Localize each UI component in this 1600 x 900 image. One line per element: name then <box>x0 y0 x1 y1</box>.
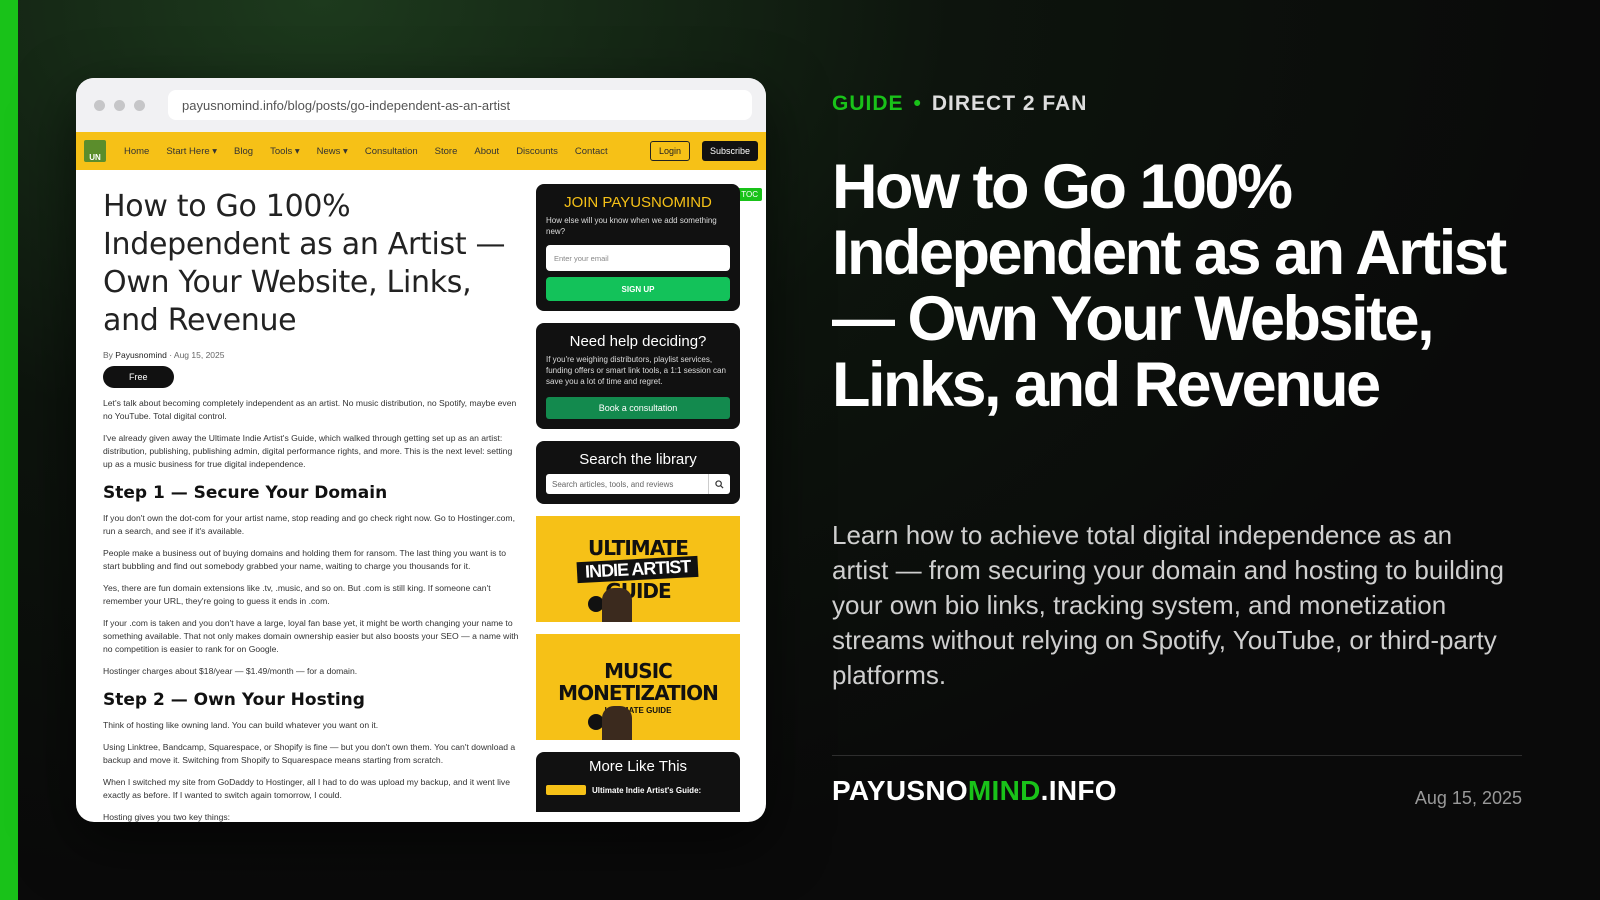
article-paragraph: When I switched my site from GoDaddy to … <box>103 777 510 800</box>
divider <box>832 755 1522 756</box>
book-consultation-button[interactable]: Book a consultation <box>546 397 730 419</box>
nav-item-tools[interactable]: Tools ▾ <box>270 146 300 157</box>
more-like-this-card: More Like This Ultimate Indie Artist's G… <box>536 752 740 812</box>
email-field[interactable]: Enter your email <box>546 245 730 271</box>
nav-item-home[interactable]: Home <box>124 146 149 157</box>
article-paragraph: Think of hosting like owning land. You c… <box>103 720 379 730</box>
browser-window: payusnomind.info/blog/posts/go-independe… <box>76 78 766 822</box>
more-item-title: Ultimate Indie Artist's Guide: <box>592 785 702 795</box>
browser-chrome: payusnomind.info/blog/posts/go-independe… <box>76 78 766 132</box>
page-content: How to Go 100% Independent as an Artist … <box>76 170 766 822</box>
nav-item-consultation[interactable]: Consultation <box>365 146 418 157</box>
article-title: How to Go 100% Independent as an Artist … <box>103 189 506 338</box>
sidebar: JOIN PAYUSNOMIND How else will you know … <box>536 184 740 812</box>
window-minimize-dot[interactable] <box>114 99 125 111</box>
nav-item-contact[interactable]: Contact <box>575 146 608 157</box>
brand-part-accent: MIND <box>967 775 1041 806</box>
category-tag: GUIDE • DIRECT 2 FAN <box>832 92 1087 116</box>
promo-indie-artist-guide[interactable]: ULTIMATE INDIE ARTIST GUIDE <box>536 516 740 622</box>
article-paragraph: If you don't own the dot-com for your ar… <box>103 513 515 536</box>
free-badge: Free <box>103 366 174 388</box>
nav-item-blog[interactable]: Blog <box>234 146 253 157</box>
tag-primary: GUIDE <box>832 92 904 115</box>
search-row: Search articles, tools, and reviews <box>546 474 730 494</box>
accent-bar <box>0 0 18 900</box>
subscribe-button[interactable]: Subscribe <box>701 141 758 161</box>
article-paragraph: Hostinger charges about $18/year — $1.49… <box>103 666 358 676</box>
promo-line: MONETIZATION <box>558 680 719 705</box>
brand-part: .INFO <box>1040 775 1117 806</box>
window-close-dot[interactable] <box>94 99 105 111</box>
search-input[interactable]: Search articles, tools, and reviews <box>546 474 708 494</box>
address-bar[interactable]: payusnomind.info/blog/posts/go-independe… <box>168 90 752 120</box>
brand-wordmark: PAYUSNOMIND.INFO <box>832 775 1117 807</box>
article-paragraph: Using Linktree, Bandcamp, Squarespace, o… <box>103 742 516 765</box>
publish-date: Aug 15, 2025 <box>1414 788 1522 808</box>
brand-part: PAYUSNO <box>832 775 968 806</box>
search-button[interactable] <box>708 474 730 494</box>
hero-description: Learn how to achieve total digital indep… <box>832 520 1505 690</box>
promo-person-image <box>602 706 632 740</box>
article-paragraph: Yes, there are fun domain extensions lik… <box>103 583 491 606</box>
hero-title: How to Go 100% Independent as an Artist … <box>832 152 1507 420</box>
nav-items: Home Start Here ▾ Blog Tools ▾ News ▾ Co… <box>124 146 650 157</box>
byline: By Payusnomind · Aug 15, 2025 <box>103 350 523 360</box>
tag-separator: • <box>913 92 922 115</box>
article-heading: Step 1 — Secure Your Domain <box>103 483 388 503</box>
article: How to Go 100% Independent as an Artist … <box>103 188 523 822</box>
promo-person-image <box>602 588 632 622</box>
help-subtitle: If you're weighing distributors, playlis… <box>546 355 726 386</box>
nav-item-store[interactable]: Store <box>435 146 458 157</box>
search-title: Search the library <box>579 451 697 468</box>
newsletter-card: JOIN PAYUSNOMIND How else will you know … <box>536 184 740 311</box>
nav-item-about[interactable]: About <box>474 146 499 157</box>
article-paragraph: Let's talk about becoming completely ind… <box>103 398 517 421</box>
article-paragraph: Hosting gives you two key things: <box>103 812 231 822</box>
more-item-thumbnail <box>546 785 586 795</box>
help-title: Need help deciding? <box>569 333 707 350</box>
site-navbar: UN Home Start Here ▾ Blog Tools ▾ News ▾… <box>76 132 766 170</box>
nav-item-news[interactable]: News ▾ <box>317 146 348 157</box>
newsletter-title: JOIN PAYUSNOMIND <box>564 194 712 211</box>
window-maximize-dot[interactable] <box>134 99 145 111</box>
promo-line: MUSIC <box>604 658 673 683</box>
nav-item-discounts[interactable]: Discounts <box>516 146 558 157</box>
search-card: Search the library Search articles, tool… <box>536 441 740 504</box>
site-logo[interactable]: UN <box>84 140 106 162</box>
article-paragraph: People make a business out of buying dom… <box>103 548 507 571</box>
article-paragraph: If your .com is taken and you don't have… <box>103 618 519 654</box>
nav-item-start-here[interactable]: Start Here ▾ <box>166 146 217 157</box>
more-like-this-title: More Like This <box>588 758 688 775</box>
help-card: Need help deciding? If you're weighing d… <box>536 323 740 429</box>
article-heading: Step 2 — Own Your Hosting <box>103 690 365 710</box>
search-icon <box>715 479 724 489</box>
signup-button[interactable]: SIGN UP <box>546 277 730 301</box>
article-paragraph: I've already given away the Ultimate Ind… <box>103 433 513 469</box>
login-button[interactable]: Login <box>649 141 690 161</box>
newsletter-subtitle: How else will you know when we add somet… <box>546 216 717 236</box>
tag-secondary: DIRECT 2 FAN <box>931 92 1088 115</box>
more-like-this-item[interactable]: Ultimate Indie Artist's Guide: <box>546 785 730 795</box>
byline-author[interactable]: Payusnomind <box>115 350 167 360</box>
promo-line: ULTIMATE <box>588 535 689 560</box>
promo-music-monetization[interactable]: MUSIC MONETIZATION ULTIMATE GUIDE <box>536 634 740 740</box>
byline-prefix: By <box>103 350 113 360</box>
byline-date: · Aug 15, 2025 <box>169 350 225 360</box>
